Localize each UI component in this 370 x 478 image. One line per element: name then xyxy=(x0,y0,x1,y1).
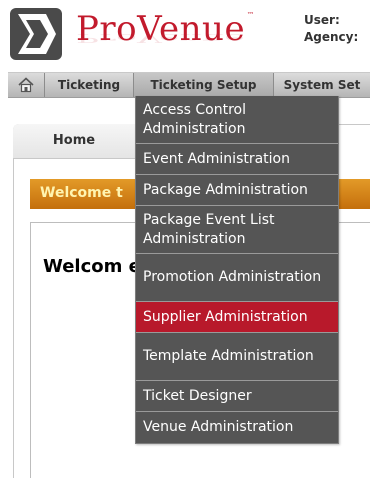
menu-item-supplier-administration[interactable]: Supplier Administration xyxy=(136,302,338,333)
user-meta: User: Agency: xyxy=(304,12,358,46)
menu-item-promotion-administration[interactable]: Promotion Administration xyxy=(136,254,338,302)
app-header: ProVenue ™ ProVenue User: Agency: xyxy=(0,0,370,68)
menu-item-event-administration[interactable]: Event Administration xyxy=(136,144,338,175)
menu-item-package-event-list-administration[interactable]: Package Event List Administration xyxy=(136,206,338,254)
menu-item-ticket-designer[interactable]: Ticket Designer xyxy=(136,381,338,412)
menu-item-access-control-administration[interactable]: Access Control Administration xyxy=(136,96,338,144)
ticketing-setup-dropdown: Access Control Administration Event Admi… xyxy=(135,96,339,444)
nav-home-button[interactable] xyxy=(8,73,45,97)
home-icon xyxy=(18,77,34,93)
brand-logo-reflection: ProVenue xyxy=(76,31,246,45)
menu-item-package-administration[interactable]: Package Administration xyxy=(136,175,338,206)
menu-item-template-administration[interactable]: Template Administration xyxy=(136,333,338,381)
tab-home[interactable]: Home xyxy=(13,124,135,159)
user-label: User: xyxy=(304,13,340,27)
nav-ticketing[interactable]: Ticketing xyxy=(45,73,134,97)
agency-label: Agency: xyxy=(304,30,359,44)
nav-ticketing-setup[interactable]: Ticketing Setup xyxy=(134,73,274,97)
provenue-logo-icon xyxy=(10,8,62,60)
menu-item-venue-administration[interactable]: Venue Administration xyxy=(136,412,338,443)
main-nav: Ticketing Ticketing Setup System Set xyxy=(8,72,370,98)
nav-system-setup[interactable]: System Set xyxy=(274,73,370,97)
